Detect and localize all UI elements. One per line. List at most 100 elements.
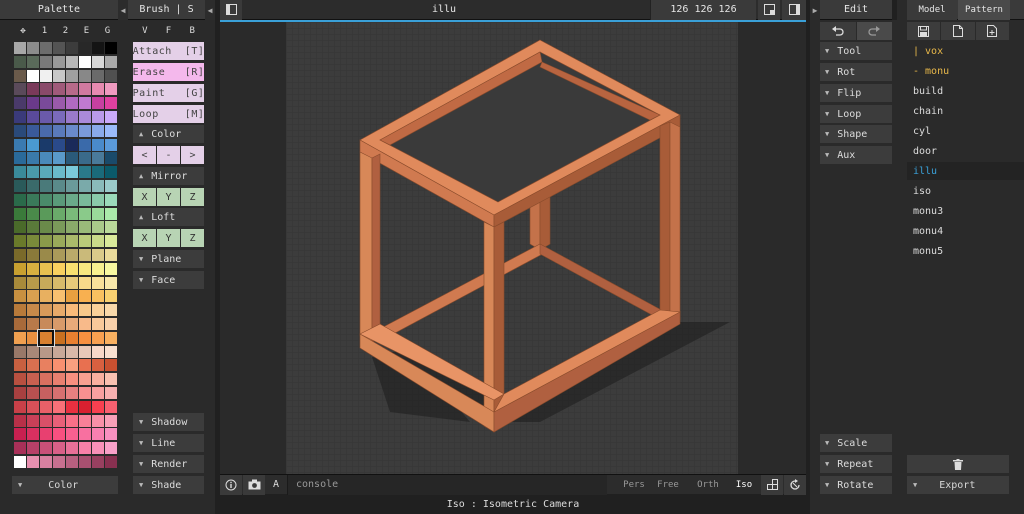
palette-swatch[interactable] xyxy=(14,83,26,96)
palette-swatch[interactable] xyxy=(105,428,117,441)
palette-swatch[interactable] xyxy=(14,152,26,165)
palette-swatch[interactable] xyxy=(105,55,117,68)
palette-swatch[interactable] xyxy=(14,318,26,330)
palette-swatch[interactable] xyxy=(92,456,104,468)
palette-tab-1[interactable]: 1 xyxy=(34,22,55,40)
palette-swatch[interactable] xyxy=(14,428,26,441)
palette-swatch[interactable] xyxy=(53,152,65,165)
palette-swatch[interactable] xyxy=(105,69,117,82)
palette-swatch[interactable] xyxy=(53,428,65,441)
model-list-item[interactable]: monu5 xyxy=(907,242,1009,261)
palette-swatch[interactable] xyxy=(79,124,91,137)
palette-swatch[interactable] xyxy=(53,456,65,468)
palette-swatch[interactable] xyxy=(92,221,104,234)
palette-swatch[interactable] xyxy=(53,83,65,96)
palette-swatch[interactable] xyxy=(66,152,78,165)
palette-swatch[interactable] xyxy=(53,373,65,386)
palette-swatch[interactable] xyxy=(79,400,91,413)
mirror-section[interactable]: ▲ Mirror xyxy=(133,167,204,185)
palette-swatch[interactable] xyxy=(66,83,78,96)
undo-icon[interactable] xyxy=(820,22,856,40)
brush-collapse-button[interactable]: ◀ xyxy=(205,0,215,20)
palette-swatch[interactable] xyxy=(53,442,65,455)
palette-swatch[interactable] xyxy=(27,373,39,386)
console-input[interactable]: console xyxy=(287,474,607,495)
shade-section[interactable]: ▼ Shade xyxy=(133,476,204,494)
palette-swatch[interactable] xyxy=(92,400,104,413)
cam-orth-button[interactable]: Orth xyxy=(689,480,727,490)
palette-swatch[interactable] xyxy=(92,249,104,261)
reset-view-icon[interactable] xyxy=(784,474,806,495)
palette-swatch[interactable] xyxy=(92,318,104,330)
cam-free-button[interactable]: Free xyxy=(651,480,685,490)
palette-swatch[interactable] xyxy=(79,345,91,358)
palette-swatch[interactable] xyxy=(105,42,117,54)
palette-swatch[interactable] xyxy=(14,456,26,468)
palette-swatch[interactable] xyxy=(14,249,26,261)
palette-swatch[interactable] xyxy=(27,193,39,206)
palette-swatch[interactable] xyxy=(92,83,104,96)
model-list-item[interactable]: | vox xyxy=(907,42,1009,61)
palette-swatch[interactable] xyxy=(66,55,78,68)
palette-swatch[interactable] xyxy=(105,456,117,468)
palette-swatch[interactable] xyxy=(40,442,52,455)
palette-swatch[interactable] xyxy=(105,235,117,248)
palette-swatch[interactable] xyxy=(92,166,104,179)
brush-tab-b[interactable]: B xyxy=(180,22,204,40)
palette-swatch[interactable] xyxy=(66,373,78,386)
palette-swatch[interactable] xyxy=(92,414,104,427)
palette-swatch[interactable] xyxy=(66,221,78,234)
palette-swatch[interactable] xyxy=(66,166,78,179)
palette-swatch[interactable] xyxy=(14,42,26,54)
palette-swatch[interactable] xyxy=(105,166,117,179)
palette-swatch[interactable] xyxy=(40,359,52,372)
palette-swatch[interactable] xyxy=(14,69,26,82)
palette-swatch[interactable] xyxy=(14,111,26,123)
palette-swatch[interactable] xyxy=(14,180,26,192)
palette-swatch[interactable] xyxy=(92,276,104,289)
palette-swatch[interactable] xyxy=(66,331,78,344)
palette-swatch[interactable] xyxy=(40,138,52,151)
palette-swatch[interactable] xyxy=(27,69,39,82)
palette-swatch[interactable] xyxy=(40,428,52,441)
palette-swatch[interactable] xyxy=(105,249,117,261)
palette-swatch[interactable] xyxy=(40,55,52,68)
palette-swatch[interactable] xyxy=(105,97,117,110)
palette-swatch[interactable] xyxy=(105,262,117,275)
palette-swatch[interactable] xyxy=(53,193,65,206)
palette-swatch[interactable] xyxy=(27,55,39,68)
info-icon[interactable] xyxy=(220,474,242,495)
palette-swatch[interactable] xyxy=(40,276,52,289)
export-section[interactable]: ▼ Export xyxy=(907,476,1009,494)
palette-swatch[interactable] xyxy=(40,83,52,96)
palette-swatch[interactable] xyxy=(40,318,52,330)
palette-swatch[interactable] xyxy=(40,111,52,123)
palette-swatch[interactable] xyxy=(79,414,91,427)
palette-swatch[interactable] xyxy=(105,414,117,427)
camera-icon[interactable] xyxy=(243,474,265,495)
palette-swatch[interactable] xyxy=(79,55,91,68)
mirror-x-button[interactable]: X xyxy=(133,188,156,206)
palette-swatch[interactable] xyxy=(66,428,78,441)
model-list-item[interactable]: cyl xyxy=(907,122,1009,141)
palette-swatch[interactable] xyxy=(79,111,91,123)
palette-swatch[interactable] xyxy=(79,304,91,317)
palette-swatch[interactable] xyxy=(66,359,78,372)
palette-swatch[interactable] xyxy=(53,290,65,303)
line-section[interactable]: ▼ Line xyxy=(133,434,204,452)
brush-tab-f[interactable]: F xyxy=(157,22,181,40)
palette-swatch[interactable] xyxy=(40,193,52,206)
palette-swatch[interactable] xyxy=(40,249,52,261)
palette-swatch[interactable] xyxy=(66,138,78,151)
palette-swatch[interactable] xyxy=(27,331,39,344)
palette-swatch[interactable] xyxy=(27,262,39,275)
palette-swatch[interactable] xyxy=(27,249,39,261)
color-prev-button[interactable]: < xyxy=(133,146,156,164)
palette-swatch[interactable] xyxy=(79,97,91,110)
palette-swatch[interactable] xyxy=(53,359,65,372)
palette-swatch[interactable] xyxy=(14,414,26,427)
redo-icon[interactable] xyxy=(856,22,892,40)
palette-swatch[interactable] xyxy=(105,318,117,330)
palette-swatch[interactable] xyxy=(92,97,104,110)
palette-swatch[interactable] xyxy=(40,166,52,179)
